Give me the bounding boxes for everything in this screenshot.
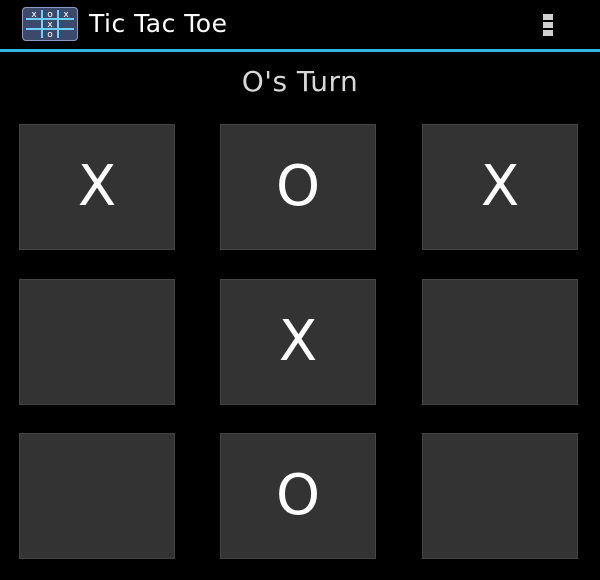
app-title: Tic Tac Toe — [89, 9, 228, 38]
cell-mark: O — [275, 463, 321, 528]
board-cell-middle-left[interactable] — [19, 279, 175, 405]
turn-status-label: O's Turn — [241, 65, 359, 98]
board-cell-center[interactable]: X — [220, 279, 376, 405]
svg-text:x: x — [31, 10, 37, 20]
board-cell-top-left[interactable]: X — [19, 124, 175, 250]
svg-text:x: x — [47, 20, 53, 30]
board-cell-bottom-right[interactable] — [422, 433, 578, 559]
board-cell-bottom-left[interactable] — [19, 433, 175, 559]
cell-mark: X — [278, 309, 318, 374]
board-cell-bottom-center[interactable]: O — [220, 433, 376, 559]
board-cell-middle-right[interactable] — [422, 279, 578, 405]
cell-mark: X — [77, 154, 117, 219]
tic-tac-toe-app-icon: x o x x o — [22, 7, 78, 41]
cell-mark: X — [480, 154, 520, 219]
svg-text:o: o — [47, 30, 53, 40]
overflow-menu-icon[interactable] — [532, 6, 564, 44]
cell-mark: O — [275, 154, 321, 219]
svg-text:o: o — [47, 10, 53, 20]
board-cell-top-right[interactable]: X — [422, 124, 578, 250]
svg-text:x: x — [63, 10, 69, 20]
board-cell-top-center[interactable]: O — [220, 124, 376, 250]
action-bar: x o x x o Tic Tac Toe — [0, 0, 600, 52]
